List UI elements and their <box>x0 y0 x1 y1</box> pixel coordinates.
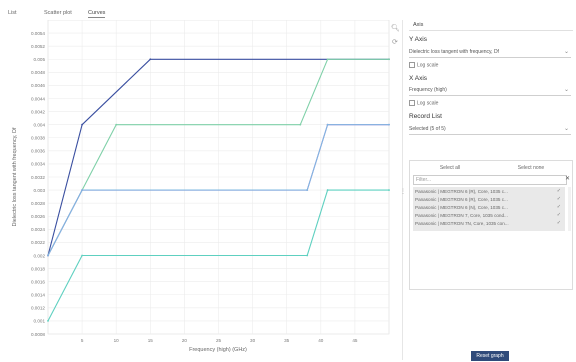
list-item[interactable]: Panasonic | MEGTRON 7N, Core, 1035 con..… <box>413 220 565 227</box>
data-point <box>115 123 118 126</box>
close-icon[interactable]: ✕ <box>565 175 570 182</box>
x-tick-label: 5 <box>81 338 84 343</box>
data-point <box>81 254 83 257</box>
select-all-button[interactable]: Select all <box>410 163 490 173</box>
panel-tab-divider <box>409 30 573 31</box>
x-tick-label: 45 <box>352 338 358 343</box>
check-icon: ✓ <box>556 188 561 194</box>
record-rows: Panasonic | MEGTRON 6 (R), Core, 1035 c.… <box>413 187 565 231</box>
y-axis-select-value: Dielectric loss tangent with frequency, … <box>409 49 499 55</box>
x-tick-label: 30 <box>250 338 256 343</box>
record-list-title: Record List <box>409 113 442 120</box>
x-log-scale-label: Log scale <box>417 100 439 107</box>
data-point <box>299 123 302 126</box>
y-axis-select[interactable]: Dielectric loss tangent with frequency, … <box>409 47 571 58</box>
data-point <box>326 58 329 61</box>
x-tick-label: 20 <box>182 338 188 343</box>
check-icon: ✓ <box>556 204 561 210</box>
y-tick-label: 0.0022 <box>31 240 45 245</box>
y-tick-label: 0.0034 <box>31 162 45 167</box>
y-tick-label: 0.0016 <box>31 279 45 284</box>
y-tick-label: 0.0038 <box>31 136 45 141</box>
y-tick-label: 0.0052 <box>31 44 45 49</box>
resize-handle-icon[interactable]: ⋮ <box>400 188 406 195</box>
y-axis-title: Y Axis <box>409 36 427 43</box>
y-tick-label: 0.0046 <box>31 83 45 88</box>
y-tick-label: 0.0014 <box>31 293 45 298</box>
x-tick-label: 15 <box>148 338 154 343</box>
data-point <box>149 58 152 61</box>
record-select[interactable]: Selected (5 of 5) ⌄ <box>409 124 571 135</box>
y-tick-label: 0.0054 <box>31 31 45 36</box>
chevron-down-icon: ⌄ <box>563 87 569 93</box>
x-tick-label: 40 <box>318 338 324 343</box>
data-point <box>326 189 329 191</box>
y-tick-label: 0.0044 <box>31 96 45 101</box>
y-tick-label: 0.0032 <box>31 175 45 180</box>
y-tick-label: 0.0012 <box>31 306 45 311</box>
data-point <box>388 123 390 126</box>
x-tick-label: 35 <box>284 338 290 343</box>
tab-list[interactable]: List <box>8 10 17 16</box>
y-tick-label: 0.005 <box>34 57 46 62</box>
checkbox-icon <box>409 62 415 68</box>
zoom-icon[interactable]: 🔍︎ <box>391 24 400 32</box>
reset-graph-button[interactable]: Reset graph <box>471 351 509 361</box>
y-log-scale-checkbox[interactable]: Log scale <box>409 62 438 68</box>
data-point <box>81 189 83 191</box>
settings-panel: Axis Y Axis Dielectric loss tangent with… <box>409 20 573 361</box>
data-point <box>388 189 390 191</box>
tab-scatter-plot[interactable]: Scatter plot <box>44 10 72 16</box>
record-list: Select all Select none Filter... ✕ Panas… <box>409 160 573 290</box>
y-tick-label: 0.0042 <box>31 109 45 114</box>
list-item[interactable]: Panasonic | MEGTRON 6 (R), Core, 1035 c.… <box>413 188 565 195</box>
data-point <box>306 254 309 257</box>
y-tick-label: 0.0028 <box>31 201 45 206</box>
data-point <box>388 58 390 61</box>
tab-curves[interactable]: Curves <box>88 10 106 18</box>
y-axis-label: Dielectric loss tangent with frequency, … <box>12 127 18 226</box>
chevron-down-icon: ⌄ <box>563 126 569 132</box>
x-axis-label: Frequency (high) (GHz) <box>189 347 247 353</box>
y-tick-label: 0.003 <box>34 188 46 193</box>
check-icon: ✓ <box>556 212 561 218</box>
data-point <box>326 123 329 126</box>
x-log-scale-checkbox[interactable]: Log scale <box>409 100 438 106</box>
y-tick-label: 0.0024 <box>31 227 45 232</box>
x-tick-label: 10 <box>114 338 120 343</box>
y-log-scale-label: Log scale <box>417 62 439 69</box>
chart: 0.0008 0.001 0.0012 0.0014 0.0016 0.0018 0.002… <box>12 20 390 353</box>
filter-input[interactable]: Filter... <box>413 175 567 185</box>
x-axis-select-value: Frequency (high) <box>409 87 447 93</box>
x-axis-select[interactable]: Frequency (high) ⌄ <box>409 85 571 96</box>
y-tick-label: 0.0048 <box>31 70 45 75</box>
refresh-icon[interactable]: ⟳ <box>392 38 398 46</box>
data-point <box>47 320 49 322</box>
y-tick-label: 0.001 <box>34 319 46 324</box>
list-item[interactable]: Panasonic | MEGTRON 6 (R), Core, 1035 c.… <box>413 196 565 203</box>
list-item[interactable]: Panasonic | MEGTRON 6 (N), Core, 1035 c.… <box>413 204 565 211</box>
x-tick-label: 25 <box>216 338 222 343</box>
y-tick-label: 0.002 <box>34 253 46 258</box>
data-point <box>47 254 49 257</box>
y-tick-label: 0.0008 <box>31 332 45 337</box>
record-select-value: Selected (5 of 5) <box>409 126 446 132</box>
y-tick-label: 0.0036 <box>31 149 45 154</box>
check-icon: ✓ <box>556 220 561 226</box>
y-tick-label: 0.0018 <box>31 266 45 271</box>
y-tick-label: 0.0026 <box>31 214 45 219</box>
x-axis-title: X Axis <box>409 75 428 82</box>
data-point <box>81 123 83 126</box>
y-tick-label: 0.004 <box>34 122 46 127</box>
list-item[interactable]: Panasonic | MEGTRON 7, Core, 1035 cond..… <box>413 212 565 219</box>
select-none-button[interactable]: Select none <box>491 163 571 173</box>
scrollbar[interactable] <box>568 187 571 231</box>
checkbox-icon <box>409 100 415 106</box>
chevron-down-icon: ⌄ <box>563 49 569 55</box>
check-icon: ✓ <box>556 196 561 202</box>
data-point <box>306 189 309 191</box>
